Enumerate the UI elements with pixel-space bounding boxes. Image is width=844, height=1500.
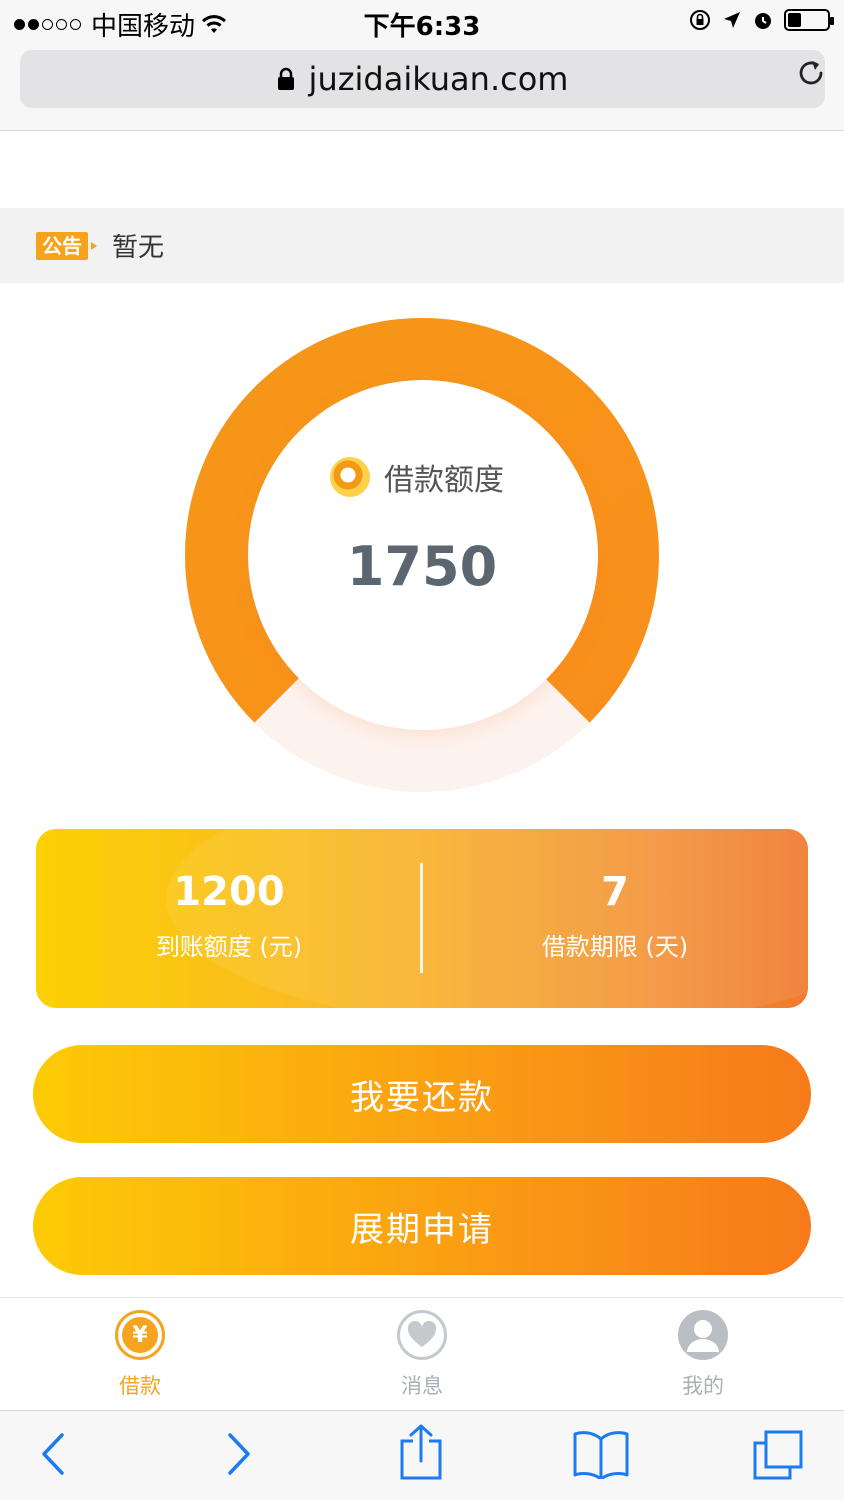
browser-toolbar — [0, 1410, 844, 1500]
status-right — [688, 8, 834, 32]
forward-arrow-icon[interactable] — [222, 1429, 256, 1479]
notice-tag: 公告 — [36, 231, 97, 260]
yuan-icon: ¥ — [115, 1310, 165, 1360]
loan-term-label: 借款期限 (天) — [541, 933, 689, 961]
received-amount-label: 到账额度 (元) — [155, 933, 303, 961]
url-text: juzidaikuan.com — [308, 60, 569, 98]
url-field[interactable]: juzidaikuan.com — [20, 50, 825, 108]
tab-bar: ¥ 借款 消息 我的 — [0, 1297, 844, 1410]
location-arrow-icon — [724, 12, 740, 28]
status-bar: 中国移动 下午6:33 — [0, 0, 844, 44]
share-icon[interactable] — [398, 1423, 444, 1481]
browser-address-bar: juzidaikuan.com — [0, 44, 844, 131]
heart-icon — [397, 1310, 447, 1360]
extension-apply-button[interactable]: 展期申请 — [33, 1177, 811, 1275]
loan-term-value: 7 — [601, 869, 629, 915]
tab-mine-label: 我的 — [682, 1374, 724, 1398]
alarm-icon — [755, 13, 771, 29]
user-icon — [678, 1310, 728, 1360]
credit-label: 借款额度 — [384, 463, 504, 498]
tab-messages[interactable]: 消息 — [342, 1310, 502, 1400]
page: 中国移动 下午6:33 juzidaikuan.com 公告 暂无 借款额度 1… — [0, 0, 844, 1500]
loan-term: 7 借款期限 (天) — [422, 829, 808, 1008]
tab-messages-label: 消息 — [401, 1374, 443, 1398]
reload-icon[interactable] — [794, 56, 828, 90]
notice-bar: 公告 暂无 — [0, 208, 844, 283]
lock-icon — [277, 67, 294, 90]
received-amount-value: 1200 — [173, 869, 285, 915]
tab-mine[interactable]: 我的 — [623, 1310, 783, 1400]
credit-value: 1750 — [346, 535, 498, 598]
coin-icon — [330, 457, 370, 497]
credit-label-row: 借款额度 — [0, 455, 844, 499]
repay-button[interactable]: 我要还款 — [33, 1045, 811, 1143]
bookmarks-icon[interactable] — [572, 1429, 630, 1479]
tabs-icon[interactable] — [752, 1429, 804, 1481]
back-arrow-icon[interactable] — [36, 1429, 70, 1479]
tab-loan-label: 借款 — [119, 1374, 161, 1398]
received-amount: 1200 到账额度 (元) — [36, 829, 422, 1008]
loan-info-card: 1200 到账额度 (元) 7 借款期限 (天) — [36, 829, 808, 1008]
battery-icon — [784, 9, 834, 31]
orientation-lock-icon — [690, 10, 710, 30]
tab-loan[interactable]: ¥ 借款 — [60, 1310, 220, 1400]
notice-text: 暂无 — [112, 233, 165, 263]
